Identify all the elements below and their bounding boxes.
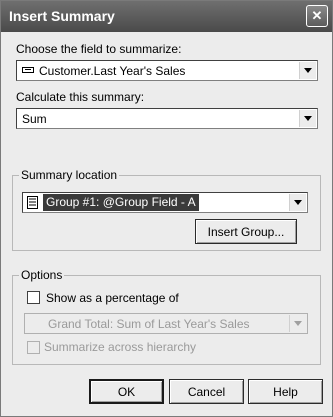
chevron-down-icon[interactable] (289, 315, 306, 332)
percentage-select[interactable]: Grand Total: Sum of Last Year's Sales (24, 313, 308, 334)
options-legend: Options (19, 268, 65, 282)
cancel-button[interactable]: Cancel (169, 379, 244, 404)
field-label: Choose the field to summarize: (16, 42, 182, 56)
dialog-title: Insert Summary (9, 8, 115, 24)
hierarchy-label: Summarize across hierarchy (44, 340, 197, 354)
help-button[interactable]: Help (248, 379, 323, 404)
summary-select-value: Sum (22, 112, 47, 126)
title-bar: Insert Summary ✕ (1, 1, 332, 32)
ok-button[interactable]: OK (89, 379, 164, 404)
close-icon: ✕ (311, 8, 323, 23)
group-icon (27, 196, 38, 209)
close-button[interactable]: ✕ (306, 5, 328, 27)
percentage-checkbox[interactable] (27, 291, 40, 304)
location-select-value: Group #1: @Group Field - A (43, 194, 199, 211)
chevron-down-icon[interactable] (299, 62, 316, 79)
database-field-icon (22, 67, 34, 73)
hierarchy-checkbox[interactable] (27, 341, 40, 354)
field-select[interactable]: Customer.Last Year's Sales (16, 60, 318, 81)
summary-location-group: Summary location Group #1: @Group Field … (12, 168, 321, 251)
location-select[interactable]: Group #1: @Group Field - A (22, 192, 308, 213)
summary-location-legend: Summary location (19, 168, 120, 182)
chevron-down-icon[interactable] (299, 110, 316, 127)
chevron-down-icon[interactable] (289, 194, 306, 211)
percentage-select-value: Grand Total: Sum of Last Year's Sales (48, 317, 250, 331)
percentage-label: Show as a percentage of (46, 291, 179, 305)
summary-label: Calculate this summary: (16, 90, 145, 104)
options-group: Options Show as a percentage of Grand To… (12, 268, 321, 365)
insert-summary-dialog: Insert Summary ✕ Choose the field to sum… (0, 0, 333, 417)
insert-group-button[interactable]: Insert Group... (195, 219, 297, 244)
field-select-value: Customer.Last Year's Sales (39, 64, 186, 78)
summary-select[interactable]: Sum (16, 108, 318, 129)
